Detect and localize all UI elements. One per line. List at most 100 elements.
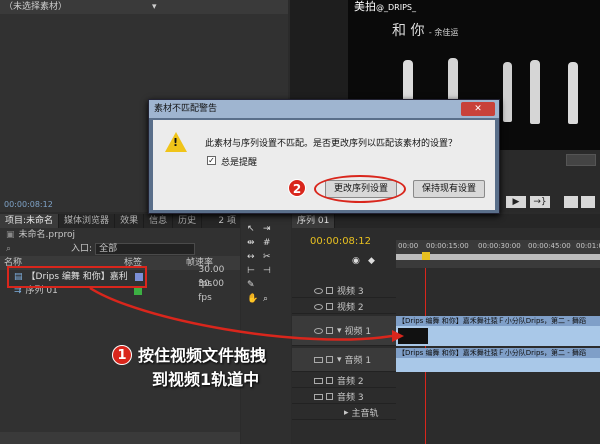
lock-icon[interactable] [326,356,333,363]
timeline-panel: 序列 01 00:00:08:12 ◉ ◆ 00:00 00:00:15:00 … [292,214,600,444]
source-timecode: 00:00:08:12 [4,200,53,209]
track-select-icon[interactable]: ⇥ [263,224,271,234]
pen-icon[interactable]: ✎ [247,280,255,290]
rolling-edit-icon[interactable]: # [263,238,271,248]
master-track[interactable]: ▸ 主音轨 [292,406,396,420]
search-row: ⌕ 入口: 全部 [0,242,240,256]
fit-dropdown[interactable] [566,154,596,166]
audio-track-2[interactable]: 音频 2 [292,374,396,388]
track-label: 视频 2 [337,303,364,313]
project-filename: 未命名.prproj [18,230,76,240]
track-label: 视频 1 [344,327,372,337]
dancer-figure [568,62,578,124]
video-song-title: 和 你 - 余佳运 [392,23,459,39]
speaker-icon[interactable] [314,393,323,400]
slide-icon[interactable]: ⊣ [263,266,271,276]
close-icon[interactable]: ✕ [461,102,495,116]
insert-button[interactable] [564,196,578,208]
ripple-edit-icon[interactable]: ⇹ [247,238,255,248]
lock-icon[interactable] [326,393,333,400]
step2-highlight-ellipse [314,175,406,203]
hand-icon[interactable]: ✋ [247,294,258,304]
video-track-1[interactable]: ▾ 视频 1 [292,316,396,346]
video-clip[interactable]: 【Drips 编舞 和你】嘉禾舞社猿Ｆ小分队Drips，第二 - 舞蹈 [396,316,600,346]
zoom-icon[interactable]: ⌕ [263,294,268,304]
project-file-icon: ▣ [6,230,15,240]
expand-arrow-icon[interactable]: ▸ [344,408,349,418]
ruler-tick-label: 00:00:45:00 [528,242,571,250]
source-panel-title: （未选择素材） [4,2,68,12]
overlay-button[interactable] [581,196,595,208]
track-label: 视频 3 [337,287,364,297]
step1-badge: 1 [112,345,132,365]
clip-label: 【Drips 编舞 和你】嘉禾舞社猿Ｆ小分队Drips，第二 - 舞蹈 [396,348,600,358]
dialog-titlebar: 素材不匹配警告 ✕ [149,100,499,118]
tab-info[interactable]: 信息 [144,214,174,228]
dancer-figure [503,62,512,122]
ruler-tick-label: 00:00:15:00 [426,242,469,250]
audio-clip[interactable]: 【Drips 编舞 和你】嘉禾舞社猿Ｆ小分队Drips，第二 - 舞蹈 [396,348,600,372]
speaker-icon[interactable] [314,356,323,363]
step1-line2: 到视频1轨道中 [152,370,260,389]
dancer-figure [530,60,540,124]
step1-line1: 按住视频文件拖拽 [138,346,267,365]
audio-track-3[interactable]: 音频 3 [292,390,396,404]
time-ruler[interactable]: 00:00 00:00:15:00 00:00:30:00 00:00:45:0… [396,240,600,268]
tab-project[interactable]: 项目:未命名 [0,214,60,228]
ruler-tick-label: 00:00 [398,242,419,250]
eye-icon[interactable] [314,327,323,334]
lock-icon[interactable] [326,303,333,310]
track-label: 音频 2 [337,377,364,387]
item-fps: 30.00 fps [198,279,225,303]
timeline-tabbar: 序列 01 [292,214,600,228]
video-track-2[interactable]: 视频 2 [292,300,396,314]
clip-label: 【Drips 编舞 和你】嘉禾舞社猿Ｆ小分队Drips，第二 - 舞蹈 [396,316,600,326]
step1-instruction: 按住视频文件拖拽 到视频1轨道中 [138,344,266,392]
video-track-3[interactable]: 视频 3 [292,284,396,298]
label-swatch [134,287,143,295]
razor-icon[interactable]: ✂ [263,252,271,262]
selection-tool-icon[interactable]: ↖ [247,224,255,234]
audio-track-1[interactable]: ▾ 音频 1 [292,348,396,372]
rate-stretch-icon[interactable]: ↔ [247,252,255,262]
expand-arrow-icon[interactable]: ▾ [337,355,342,365]
dialog-message: 此素材与序列设置不匹配。是否更改序列以匹配该素材的设置？ [205,139,458,149]
speaker-icon[interactable] [314,377,323,384]
tab-media-browser[interactable]: 媒体浏览器 [59,214,116,228]
lock-icon[interactable] [326,377,333,384]
always-warn-label: 总是提醒 [221,158,258,168]
video-watermark: 美拍@_DRIPS_ [354,0,416,13]
project-footer [0,432,240,444]
snap-icon[interactable]: ◉ [352,256,360,266]
slip-icon[interactable]: ⊢ [247,266,255,276]
in-dropdown[interactable]: 全部 [95,243,196,255]
always-warn-checkbox[interactable]: ✓ [207,156,216,165]
expand-arrow-icon[interactable]: ▾ [337,326,342,336]
track-label: 音频 1 [344,356,372,366]
in-label: 入口: [71,244,93,254]
playhead-marker[interactable] [422,252,430,260]
search-icon[interactable]: ⌕ [6,242,11,256]
eye-icon[interactable] [314,303,323,310]
step2-badge: 2 [288,179,306,197]
ruler-tick-label: 00:00:30:00 [478,242,521,250]
play-button[interactable]: ▶ [506,196,526,208]
lock-icon[interactable] [326,327,333,334]
timeline-timecode[interactable]: 00:00:08:12 [310,236,371,247]
tab-sequence[interactable]: 序列 01 [292,214,336,228]
project-tabbar: 项目:未命名 媒体浏览器 效果 信息 历史 2 项 [0,214,240,228]
source-panel-header: （未选择素材） ▾ [0,0,288,14]
lock-icon[interactable] [326,287,333,294]
step-forward-button[interactable]: →} [530,196,550,208]
dialog-title: 素材不匹配警告 [154,104,218,114]
eye-icon[interactable] [314,287,323,294]
tools-panel: ↖ ⇥ ⇹ # ↔ ✂ ⊢ ⊣ ✎ ✋ ⌕ [241,214,291,444]
project-file-row: ▣ 未命名.prproj [0,228,240,242]
tab-history[interactable]: 历史 [173,214,203,228]
marker-icon[interactable]: ◆ [368,256,375,266]
keep-settings-button[interactable]: 保持现有设置 [413,180,486,198]
tab-effects[interactable]: 效果 [115,214,145,228]
dropdown-arrow-icon[interactable]: ▾ [152,0,157,14]
warning-exclaim-icon: ! [173,136,179,149]
clip-thumbnail [398,328,428,344]
